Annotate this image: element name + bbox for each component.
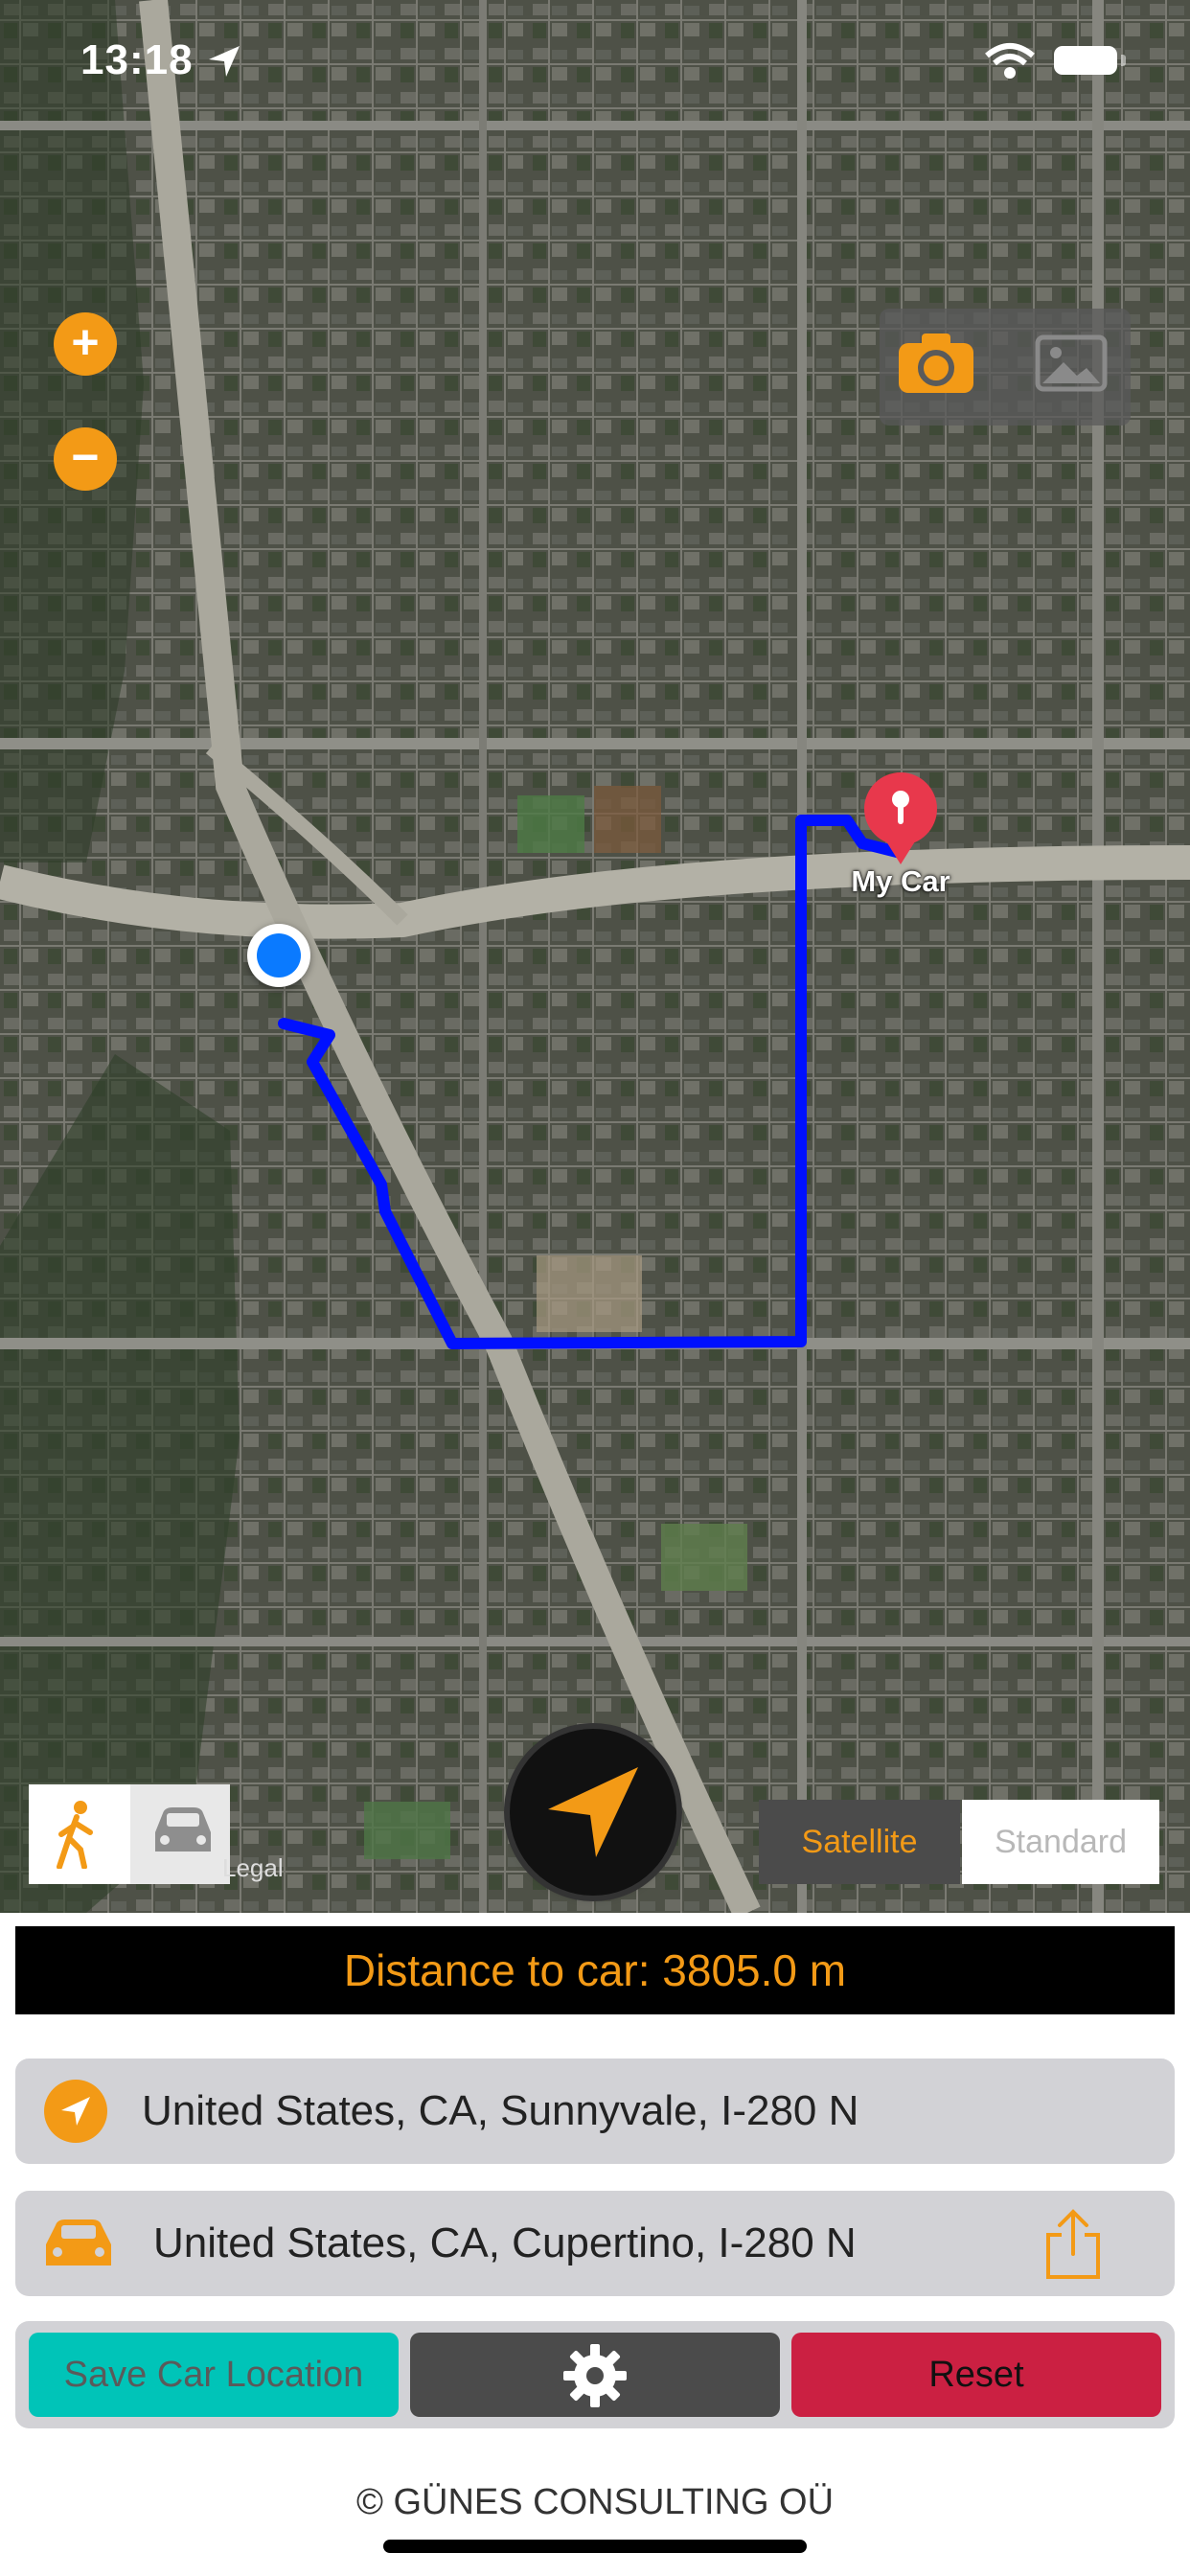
home-indicator[interactable]: [383, 2540, 807, 2553]
location-services-icon: [209, 46, 240, 77]
current-address: United States, CA, Sunnyvale, I-280 N: [142, 2087, 859, 2134]
car-icon: [155, 1807, 211, 1852]
user-location-dot: [247, 924, 310, 987]
battery-icon: [1054, 46, 1117, 75]
distance-label: Distance to car: 3805.0 m: [15, 1926, 1175, 2014]
settings-button[interactable]: [410, 2333, 780, 2417]
action-buttons: Save Car Location Reset: [15, 2321, 1175, 2428]
standard-tab[interactable]: Standard: [962, 1800, 1159, 1884]
car-pin-label: My Car: [851, 864, 950, 898]
car-icon: [46, 2220, 111, 2266]
current-location-row: United States, CA, Sunnyvale, I-280 N: [15, 2058, 1175, 2164]
battery-tip: [1121, 55, 1126, 66]
satellite-map[interactable]: 13:18 + − My Car Legal Satellite Standar…: [0, 0, 1190, 1913]
car-mode-button[interactable]: [130, 1784, 230, 1884]
reset-button[interactable]: Reset: [791, 2333, 1161, 2417]
map-type-selector: Satellite Standard: [759, 1800, 1159, 1884]
clock: 13:18: [80, 36, 194, 83]
camera-icon[interactable]: [897, 330, 975, 397]
location-arrow-icon: [44, 2080, 107, 2143]
car-address: United States, CA, Cupertino, I-280 N: [153, 2220, 857, 2266]
zoom-in-button[interactable]: +: [54, 312, 117, 376]
walking-icon: [57, 1801, 93, 1869]
share-icon[interactable]: [1042, 2208, 1104, 2281]
navigation-arrow-icon: [548, 1767, 638, 1857]
gallery-icon[interactable]: [1035, 332, 1108, 395]
navigate-button[interactable]: [510, 1729, 676, 1896]
status-bar: 13:18: [0, 0, 1190, 125]
gear-icon: [563, 2344, 627, 2407]
car-pin-icon[interactable]: [862, 770, 939, 866]
zoom-out-button[interactable]: −: [54, 427, 117, 491]
satellite-tab[interactable]: Satellite: [759, 1800, 960, 1884]
travel-mode-selector: [29, 1784, 230, 1884]
copyright-text: © GÜNES CONSULTING OÜ: [355, 2482, 835, 2522]
wifi-icon: [985, 43, 1035, 79]
walk-mode-button[interactable]: [29, 1784, 128, 1884]
car-location-row: United States, CA, Cupertino, I-280 N: [15, 2191, 1175, 2296]
save-car-location-button[interactable]: Save Car Location: [29, 2333, 399, 2417]
map-imagery: [0, 0, 1190, 1913]
photo-panel: [880, 309, 1131, 426]
legal-link[interactable]: Legal: [222, 1853, 284, 1883]
